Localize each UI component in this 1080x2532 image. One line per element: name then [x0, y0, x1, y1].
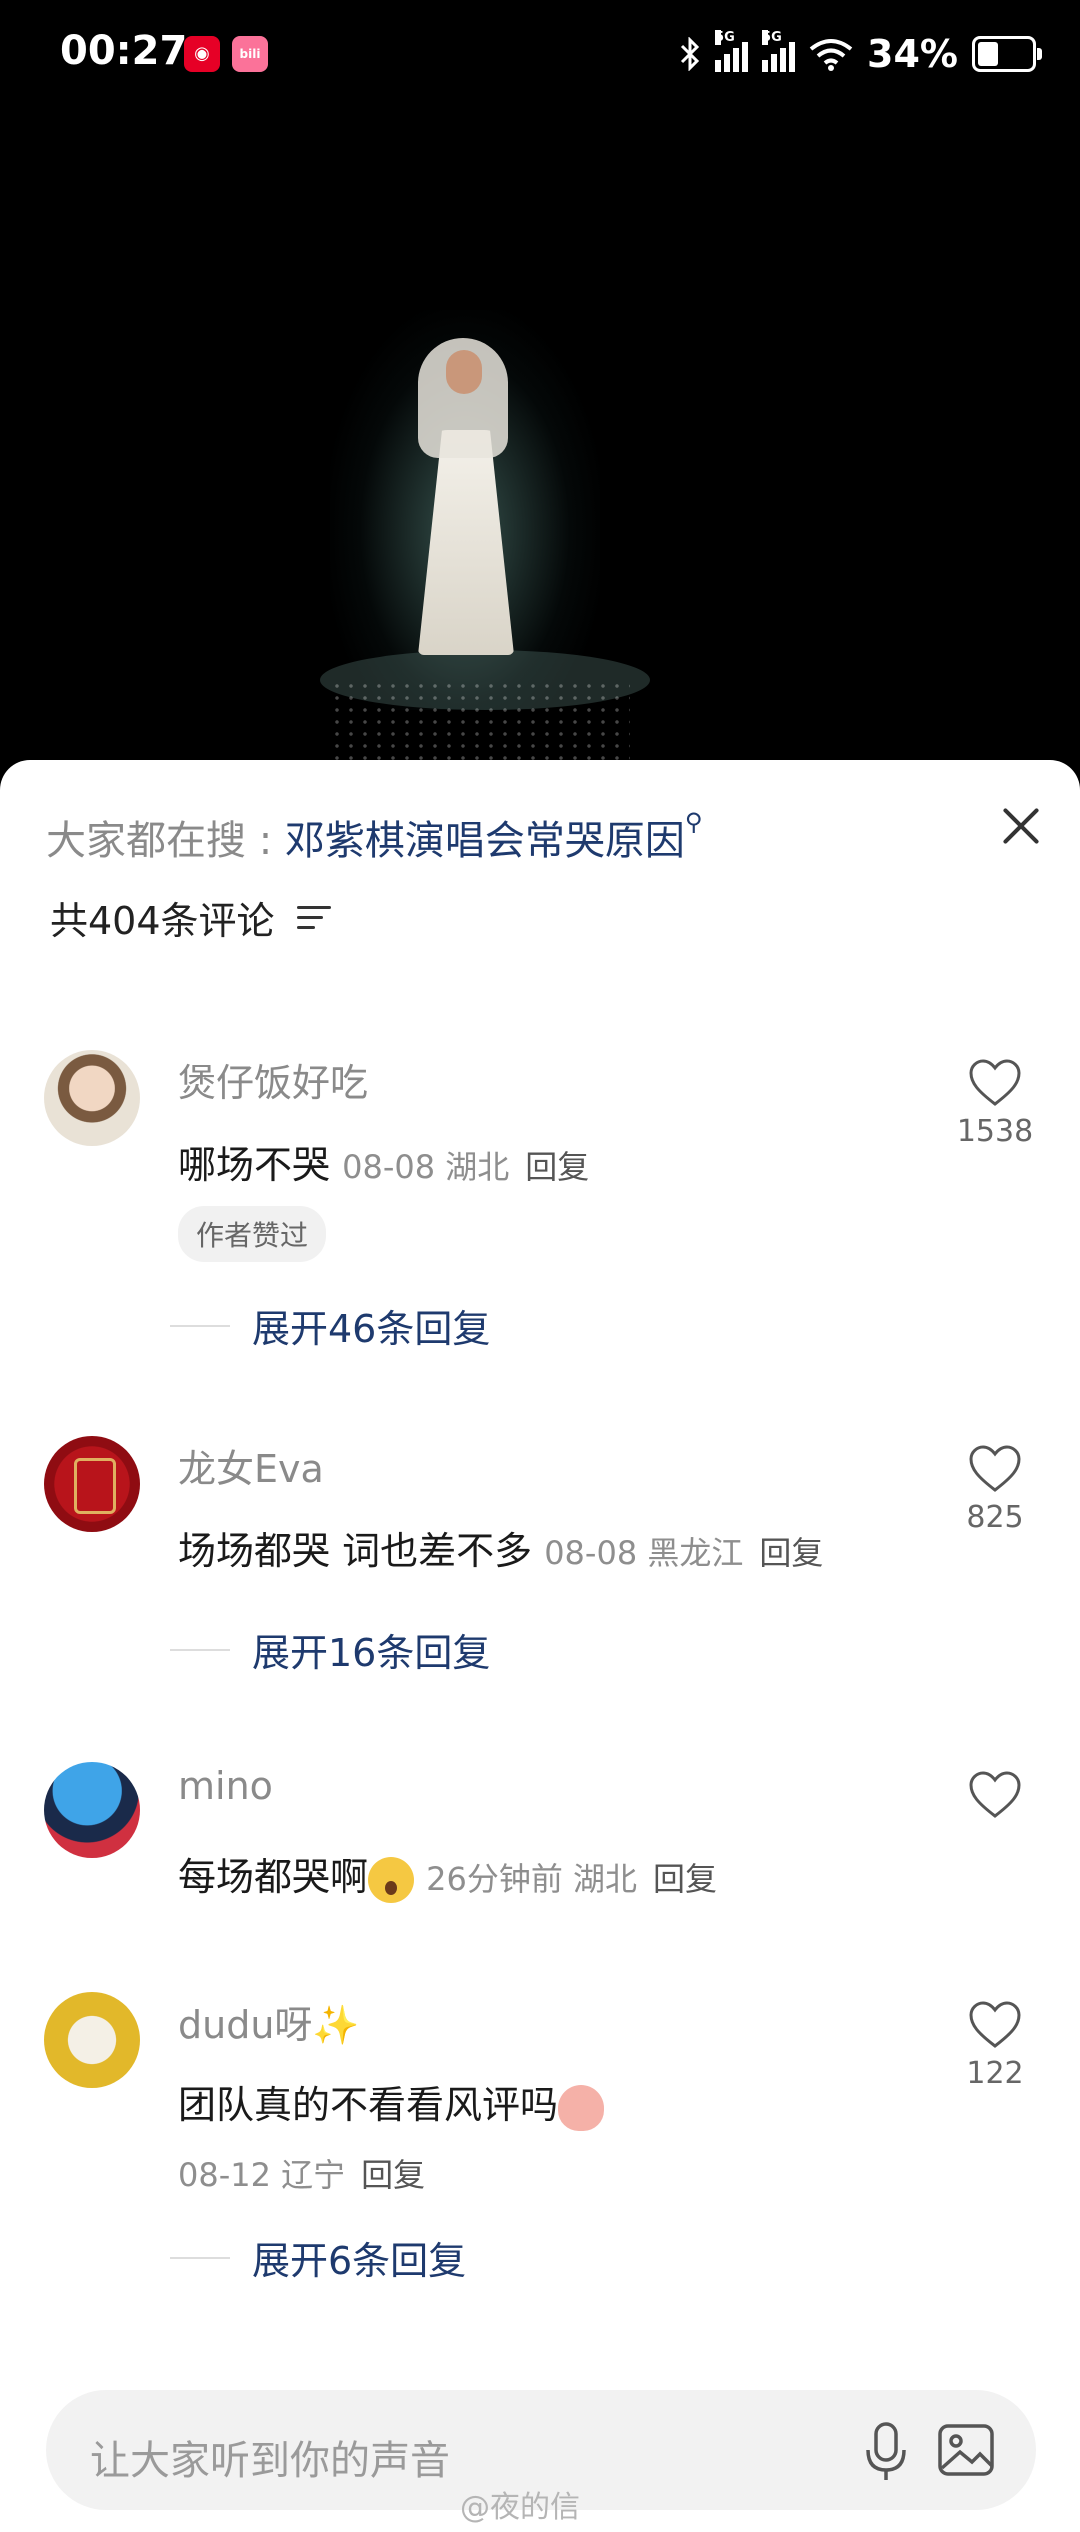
avatar[interactable]: [44, 1436, 140, 1532]
expand-replies[interactable]: 展开16条回复: [170, 1622, 490, 1677]
comment-content: 团队真的不看看风评吗: [178, 2083, 559, 2127]
reply-button[interactable]: 回复: [759, 1534, 823, 1572]
comment-content: 每场都哭啊: [178, 1855, 369, 1899]
microphone-icon[interactable]: [856, 2420, 916, 2484]
comment-date: 08-08: [342, 1148, 436, 1186]
comment-text[interactable]: 场场都哭 词也差不多 08-08 黑龙江 回复: [178, 1520, 823, 1575]
avatar[interactable]: [44, 1762, 140, 1858]
heart-icon: [969, 1059, 1021, 1106]
signal-icon-2: 5G: [762, 30, 796, 72]
reply-button[interactable]: 回复: [361, 2156, 425, 2194]
search-icon: ⚲: [684, 808, 703, 836]
expand-replies-label: 展开46条回复: [252, 1307, 491, 1351]
comment-count-row: 共404条评论: [50, 890, 331, 945]
video-player[interactable]: [0, 110, 1080, 810]
reply-button[interactable]: 回复: [653, 1860, 717, 1898]
expand-replies[interactable]: 展开46条回复: [170, 1298, 490, 1353]
network-type-2: 5G: [762, 30, 782, 45]
heart-icon: [969, 2001, 1021, 2048]
comments-sheet: 大家都在搜 : 邓紫棋演唱会常哭原因⚲ 共404条评论 煲仔饭好吃 哪场不哭 0…: [0, 760, 1080, 2532]
comment-location: 湖北: [573, 1860, 638, 1898]
sort-filter-icon[interactable]: [296, 904, 331, 932]
heart-icon: [969, 1445, 1021, 1492]
expand-replies-label: 展开16条回复: [252, 1631, 491, 1675]
expand-replies-label: 展开6条回复: [252, 2239, 467, 2283]
like-button[interactable]: [950, 1770, 1040, 1820]
singer-face: [446, 350, 482, 394]
heart-icon: [969, 1771, 1021, 1818]
like-button[interactable]: 825: [950, 1444, 1040, 1535]
comment-location: 湖北: [445, 1148, 510, 1186]
blushing-emoji-icon: [558, 2084, 605, 2131]
reply-button[interactable]: 回复: [525, 1148, 589, 1186]
status-time: 00:27: [60, 28, 188, 74]
like-count: 1538: [956, 1114, 1034, 1149]
avatar[interactable]: [44, 1050, 140, 1146]
search-suggestion[interactable]: 大家都在搜 : 邓紫棋演唱会常哭原因⚲: [46, 808, 702, 866]
comment-date: 08-08: [544, 1534, 638, 1572]
comment-username[interactable]: 煲仔饭好吃: [178, 1052, 368, 1107]
comment-text[interactable]: 每场都哭啊 26分钟前 湖北 回复: [178, 1846, 717, 1903]
watermark: @夜的信: [460, 2490, 580, 2525]
comment-location: 辽宁: [281, 2156, 346, 2194]
bluetooth-icon: [680, 37, 700, 71]
wifi-icon: [809, 39, 853, 71]
like-button[interactable]: 1538: [950, 1058, 1040, 1149]
netease-music-icon: ◉: [184, 36, 220, 72]
comment-count: 共404条评论: [50, 899, 275, 943]
like-count: 122: [966, 2056, 1024, 2091]
comment-date: 08-12: [178, 2156, 271, 2194]
expand-replies[interactable]: 展开6条回复: [170, 2230, 466, 2285]
author-liked-tag: 作者赞过: [178, 1206, 327, 1262]
signal-icon-1: 5G: [715, 30, 749, 72]
comment-content: 场场都哭 词也差不多: [178, 1529, 533, 1573]
surprised-emoji-icon: [368, 1856, 415, 1903]
like-button[interactable]: 122: [950, 2000, 1040, 2091]
comment-date: 26分钟前: [426, 1860, 563, 1898]
comment-username[interactable]: 龙女Eva: [178, 1438, 324, 1493]
comment-text[interactable]: 哪场不哭 08-08 湖北 回复: [178, 1134, 589, 1189]
search-keyword[interactable]: 邓紫棋演唱会常哭原因: [285, 818, 685, 864]
battery-percent: 34%: [867, 32, 958, 76]
comment-input-placeholder: 让大家听到你的声音: [90, 2438, 450, 2484]
close-button[interactable]: [990, 796, 1050, 856]
avatar[interactable]: [44, 1992, 140, 2088]
image-icon[interactable]: [936, 2420, 996, 2480]
like-count: 825: [966, 1500, 1024, 1535]
comment-text[interactable]: 团队真的不看看风评吗: [178, 2074, 605, 2131]
comment-content: 哪场不哭: [178, 1143, 331, 1187]
search-prefix: 大家都在搜 :: [46, 818, 285, 864]
comment-meta: 08-12 辽宁 回复: [178, 2150, 425, 2196]
comment-username[interactable]: dudu呀✨: [178, 1994, 360, 2049]
comment-location: 黑龙江: [647, 1534, 744, 1572]
network-type-1: 5G: [715, 30, 735, 45]
comment-username[interactable]: mino: [178, 1764, 273, 1808]
battery-icon: [972, 36, 1042, 72]
status-bar: 00:27 ◉ bili 5G 5G 34%: [0, 0, 1080, 110]
bilibili-icon: bili: [232, 36, 268, 72]
